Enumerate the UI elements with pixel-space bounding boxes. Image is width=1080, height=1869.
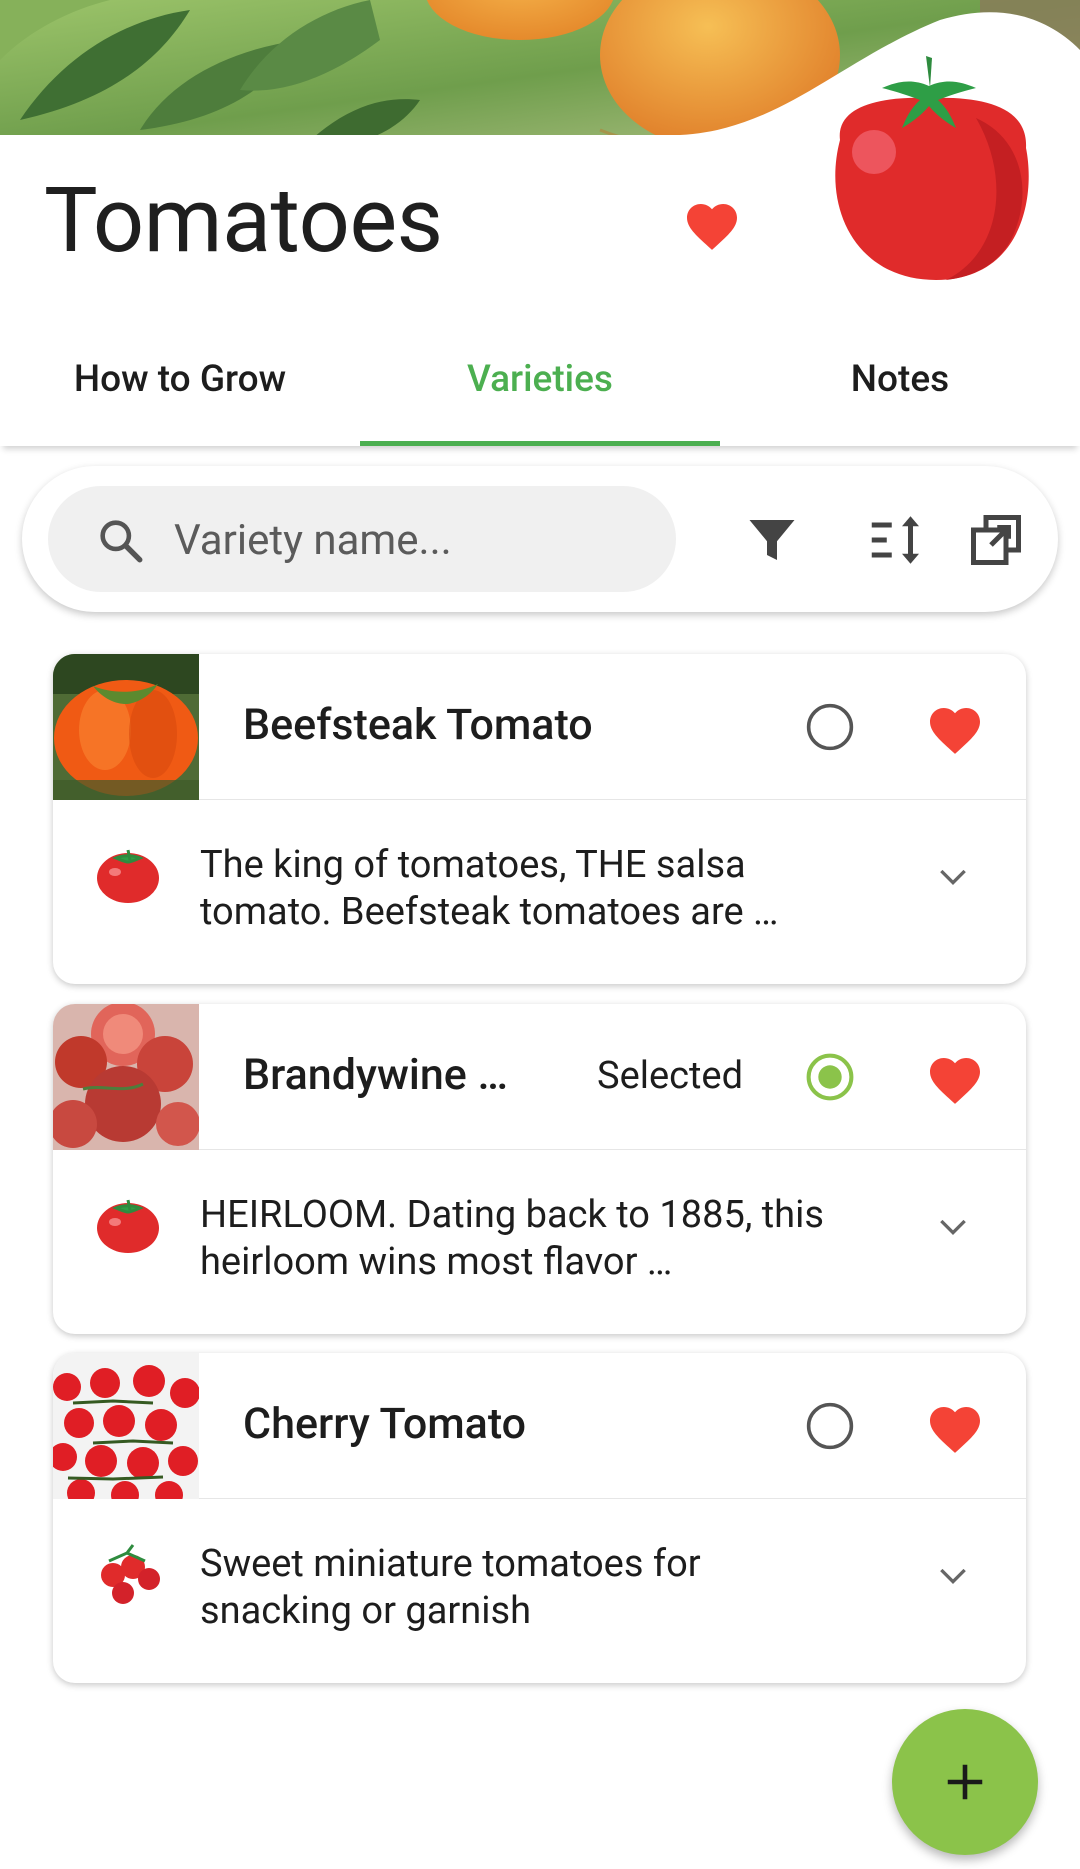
variety-description: Sweet miniature tomatoes for snacking or… [200, 1542, 701, 1633]
selected-status-label: Selected [597, 1054, 744, 1098]
filter-icon[interactable] [742, 510, 802, 570]
tab-bar: How to Grow Varieties Notes [0, 330, 1080, 446]
search-toolbar [22, 466, 1058, 612]
heart-icon[interactable] [925, 700, 985, 756]
search-input[interactable] [174, 512, 654, 568]
variety-description: HEIRLOOM. Dating back to 1885, this heir… [200, 1193, 824, 1284]
variety-name: Cherry Tomato [243, 1399, 527, 1449]
tab-varieties[interactable]: Varieties [360, 330, 720, 446]
add-variety-button[interactable] [892, 1709, 1038, 1855]
variety-card[interactable]: Cherry Tomato Sweet miniature tomatoes f… [53, 1353, 1026, 1683]
variety-card[interactable]: Brandywine … Selected HEIRLOOM. Dating b… [53, 1004, 1026, 1334]
page-title: Tomatoes [44, 168, 443, 273]
chevron-down-icon[interactable] [933, 1206, 973, 1246]
heart-icon[interactable] [925, 1050, 985, 1106]
tomato-icon [816, 48, 1042, 284]
radio-button-selected[interactable] [803, 1050, 857, 1104]
plus-icon [947, 1764, 983, 1800]
variety-photo [53, 1004, 199, 1150]
tomato-varieties-screen: Tomatoes How to Grow Varieties Notes Var… [0, 0, 1080, 1869]
variety-description: The king of tomatoes, THE salsa tomato. … [200, 843, 779, 934]
variety-card[interactable]: Beefsteak Tomato The king of tomatoes, T… [53, 654, 1026, 984]
radio-button[interactable] [803, 700, 857, 754]
variety-name: Beefsteak Tomato [243, 700, 593, 750]
variety-card-header: Cherry Tomato [53, 1353, 1026, 1499]
radio-button[interactable] [803, 1399, 857, 1453]
chevron-down-icon[interactable] [933, 1555, 973, 1595]
heart-icon[interactable] [925, 1399, 985, 1455]
variety-name: Brandywine … [243, 1050, 508, 1100]
sort-icon[interactable] [868, 510, 928, 570]
variety-card-header: Beefsteak Tomato [53, 654, 1026, 800]
search-field[interactable] [48, 486, 676, 592]
cherry-tomato-icon [101, 1544, 160, 1604]
tomato-icon [97, 1199, 159, 1253]
variety-photo [53, 654, 199, 800]
tomato-icon [97, 849, 159, 903]
search-icon [100, 520, 143, 563]
variety-photo [53, 1353, 199, 1499]
tab-notes[interactable]: Notes [720, 330, 1080, 446]
compare-icon[interactable] [966, 510, 1026, 570]
variety-card-header: Brandywine … Selected [53, 1004, 1026, 1150]
heart-icon[interactable] [682, 196, 742, 252]
chevron-down-icon[interactable] [933, 856, 973, 896]
tab-how-to-grow[interactable]: How to Grow [0, 330, 360, 446]
